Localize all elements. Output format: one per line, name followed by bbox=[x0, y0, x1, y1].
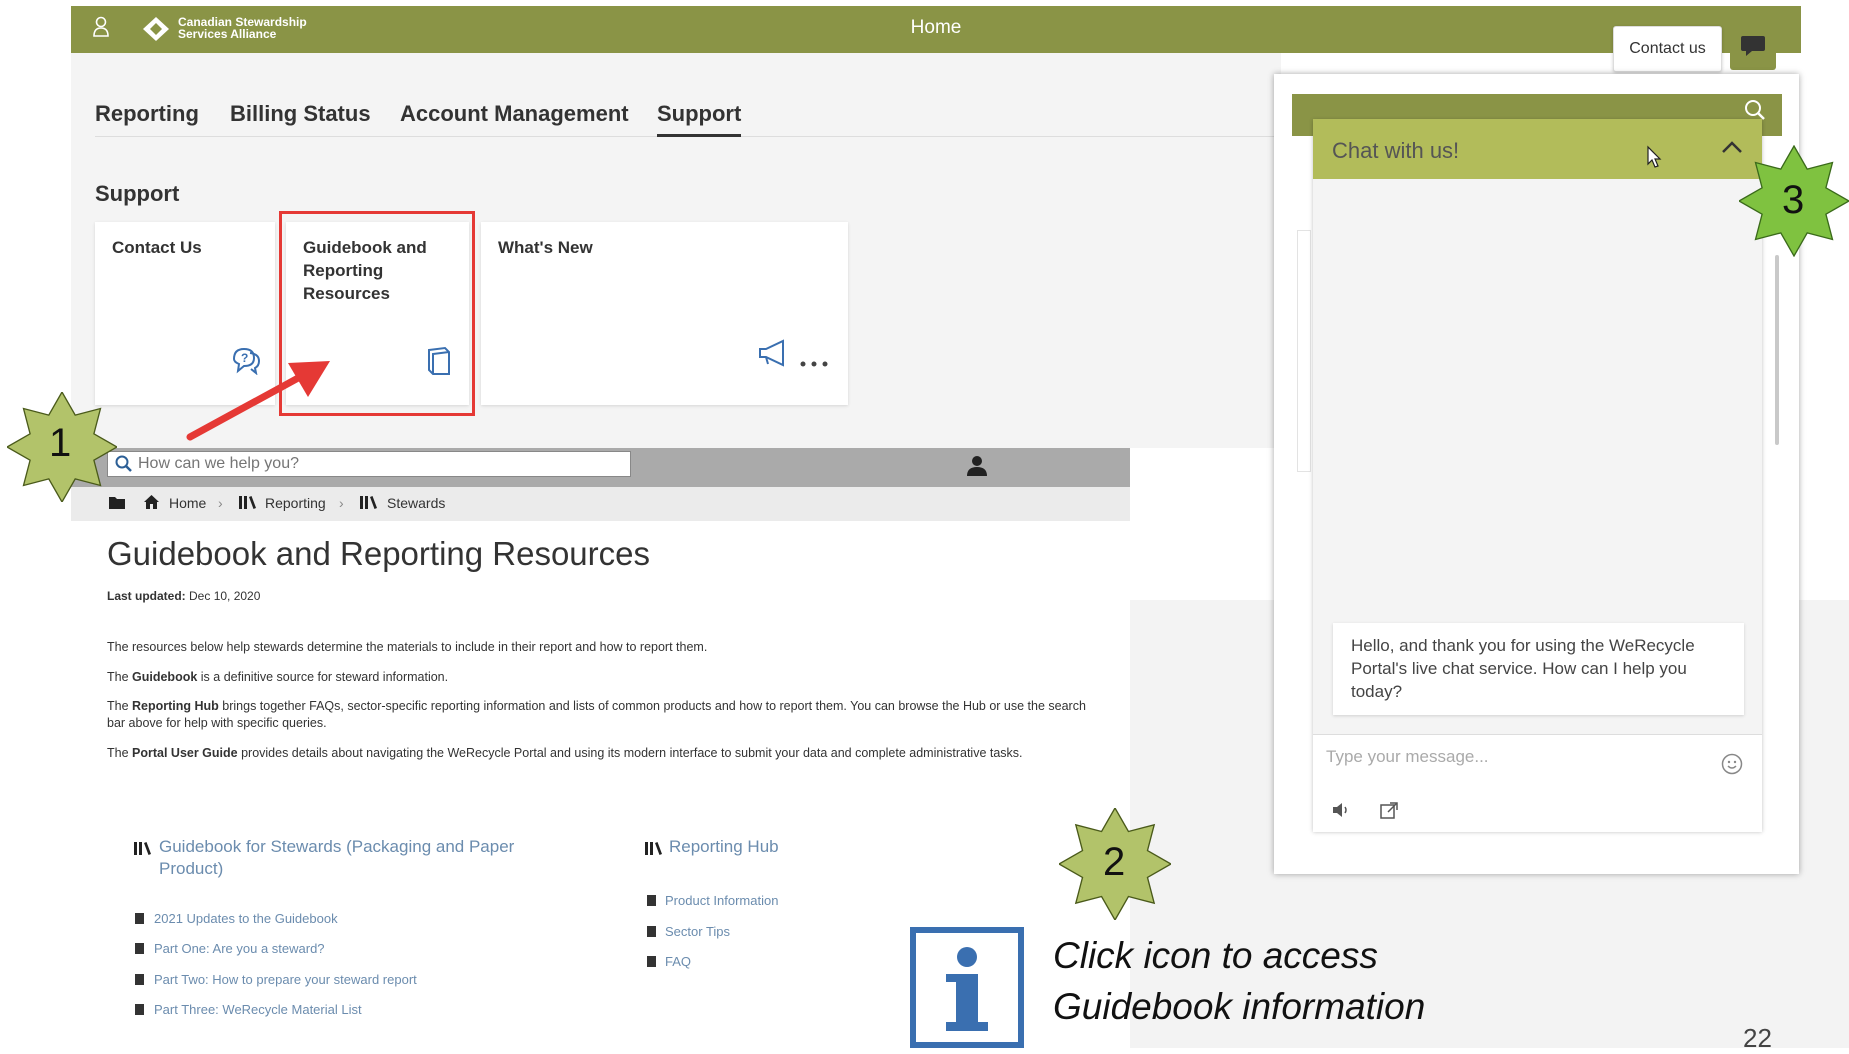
scrollbar[interactable] bbox=[1775, 255, 1779, 445]
chat-greeting-message: Hello, and thank you for using the WeRec… bbox=[1333, 623, 1744, 715]
library-icon bbox=[644, 841, 663, 861]
document-icon bbox=[647, 926, 656, 937]
slide-page-number: 22 bbox=[1743, 1023, 1772, 1053]
intro-paragraph: The resources below help stewards determ… bbox=[107, 640, 708, 654]
text: The bbox=[107, 670, 133, 684]
megaphone-icon bbox=[757, 337, 791, 372]
document-icon bbox=[135, 913, 144, 924]
document-icon bbox=[135, 1004, 144, 1015]
breadcrumb bbox=[71, 487, 1130, 521]
active-tab-indicator bbox=[657, 134, 741, 137]
reporting-hub-link[interactable]: Reporting Hub bbox=[669, 836, 779, 858]
top-app-bar: Canadian Stewardship Services Alliance H… bbox=[71, 6, 1801, 53]
chevron-right-icon: › bbox=[218, 495, 223, 511]
portal-guide-paragraph: The Portal User Guide provides details a… bbox=[107, 745, 1107, 762]
tab-reporting[interactable]: Reporting bbox=[95, 101, 199, 127]
breadcrumb-home[interactable]: Home bbox=[169, 495, 206, 511]
chat-toggle-button[interactable] bbox=[1730, 26, 1776, 70]
info-icon[interactable] bbox=[910, 927, 1024, 1048]
library-icon bbox=[133, 841, 152, 861]
more-options-icon[interactable] bbox=[799, 355, 831, 373]
last-updated: Last updated: Dec 10, 2020 bbox=[107, 589, 260, 603]
guidebook-paragraph: The Guidebook is a definitive source for… bbox=[107, 669, 1107, 686]
text: The bbox=[107, 746, 133, 760]
guidebook-link[interactable]: Part One: Are you a steward? bbox=[154, 941, 325, 956]
contact-us-button[interactable]: Contact us bbox=[1613, 26, 1722, 72]
home-icon bbox=[143, 494, 160, 515]
page-header-title: Home bbox=[910, 17, 962, 38]
text: The bbox=[107, 699, 133, 713]
whats-new-card[interactable]: What's New bbox=[481, 222, 848, 405]
step-3-marker: 3 bbox=[1782, 178, 1805, 222]
page-title: Guidebook and Reporting Resources bbox=[107, 535, 651, 572]
document-icon bbox=[647, 895, 656, 906]
instruction-line: Guidebook information bbox=[1053, 986, 1426, 1027]
guidebook-link[interactable]: 2021 Updates to the Guidebook bbox=[154, 911, 338, 926]
popout-icon[interactable] bbox=[1379, 801, 1399, 825]
guidebook-link[interactable]: Part Two: How to prepare your steward re… bbox=[154, 972, 417, 987]
reporting-hub-paragraph: The Reporting Hub brings together FAQs, … bbox=[107, 698, 1107, 732]
search-input[interactable] bbox=[107, 451, 631, 477]
guidebook-for-stewards-link[interactable]: Guidebook for Stewards (Packaging and Pa… bbox=[159, 836, 514, 880]
text: provides details about navigating the We… bbox=[237, 746, 1023, 760]
text: is a definitive source for steward infor… bbox=[197, 670, 449, 684]
step-1-marker: 1 bbox=[49, 421, 72, 465]
profile-icon[interactable] bbox=[966, 455, 988, 482]
last-updated-label: Last updated: bbox=[107, 589, 186, 603]
chat-message-input[interactable]: Type your message... bbox=[1326, 747, 1489, 767]
cursor-icon bbox=[1646, 145, 1662, 174]
guidebook-bold: Guidebook bbox=[132, 670, 198, 684]
last-updated-value: Dec 10, 2020 bbox=[189, 589, 261, 603]
text: brings together FAQs, sector-specific re… bbox=[107, 699, 1086, 730]
support-heading: Support bbox=[95, 181, 180, 206]
breadcrumb-reporting[interactable]: Reporting bbox=[265, 495, 326, 511]
background-panel-edge bbox=[1297, 230, 1311, 472]
card-title: What's New bbox=[498, 238, 593, 257]
document-icon bbox=[135, 943, 144, 954]
emoji-icon[interactable] bbox=[1721, 753, 1743, 780]
guidebook-link[interactable]: Part Three: WeRecycle Material List bbox=[154, 1002, 362, 1017]
document-icon bbox=[647, 956, 656, 967]
breadcrumb-stewards[interactable]: Stewards bbox=[387, 495, 445, 511]
reporting-hub-bold: Reporting Hub bbox=[132, 699, 219, 713]
hub-link[interactable]: Sector Tips bbox=[665, 924, 730, 939]
tab-support[interactable]: Support bbox=[657, 101, 741, 127]
step-2-marker: 2 bbox=[1103, 840, 1126, 884]
document-icon bbox=[135, 974, 144, 985]
search-icon bbox=[115, 455, 133, 478]
library-icon bbox=[238, 495, 257, 515]
instruction-line: Click icon to access bbox=[1053, 935, 1378, 976]
link-line: Guidebook for Stewards (Packaging and Pa… bbox=[159, 837, 515, 856]
card-title: Contact Us bbox=[112, 238, 202, 257]
hub-link[interactable]: Product Information bbox=[665, 893, 778, 908]
speaker-icon[interactable] bbox=[1331, 802, 1351, 823]
instruction-text: Click icon to access Guidebook informati… bbox=[1053, 930, 1425, 1032]
tab-account-management[interactable]: Account Management bbox=[400, 101, 629, 127]
chat-bubble-icon bbox=[1740, 35, 1766, 62]
hub-link[interactable]: FAQ bbox=[665, 954, 691, 969]
tab-billing-status[interactable]: Billing Status bbox=[230, 101, 371, 127]
red-arrow-icon bbox=[186, 361, 330, 441]
chevron-right-icon: › bbox=[339, 495, 344, 511]
chat-window bbox=[1313, 119, 1762, 831]
library-icon bbox=[359, 495, 378, 515]
chat-title: Chat with us! bbox=[1332, 138, 1460, 163]
link-line: Product) bbox=[159, 859, 224, 878]
portal-guide-bold: Portal User Guide bbox=[132, 746, 238, 760]
